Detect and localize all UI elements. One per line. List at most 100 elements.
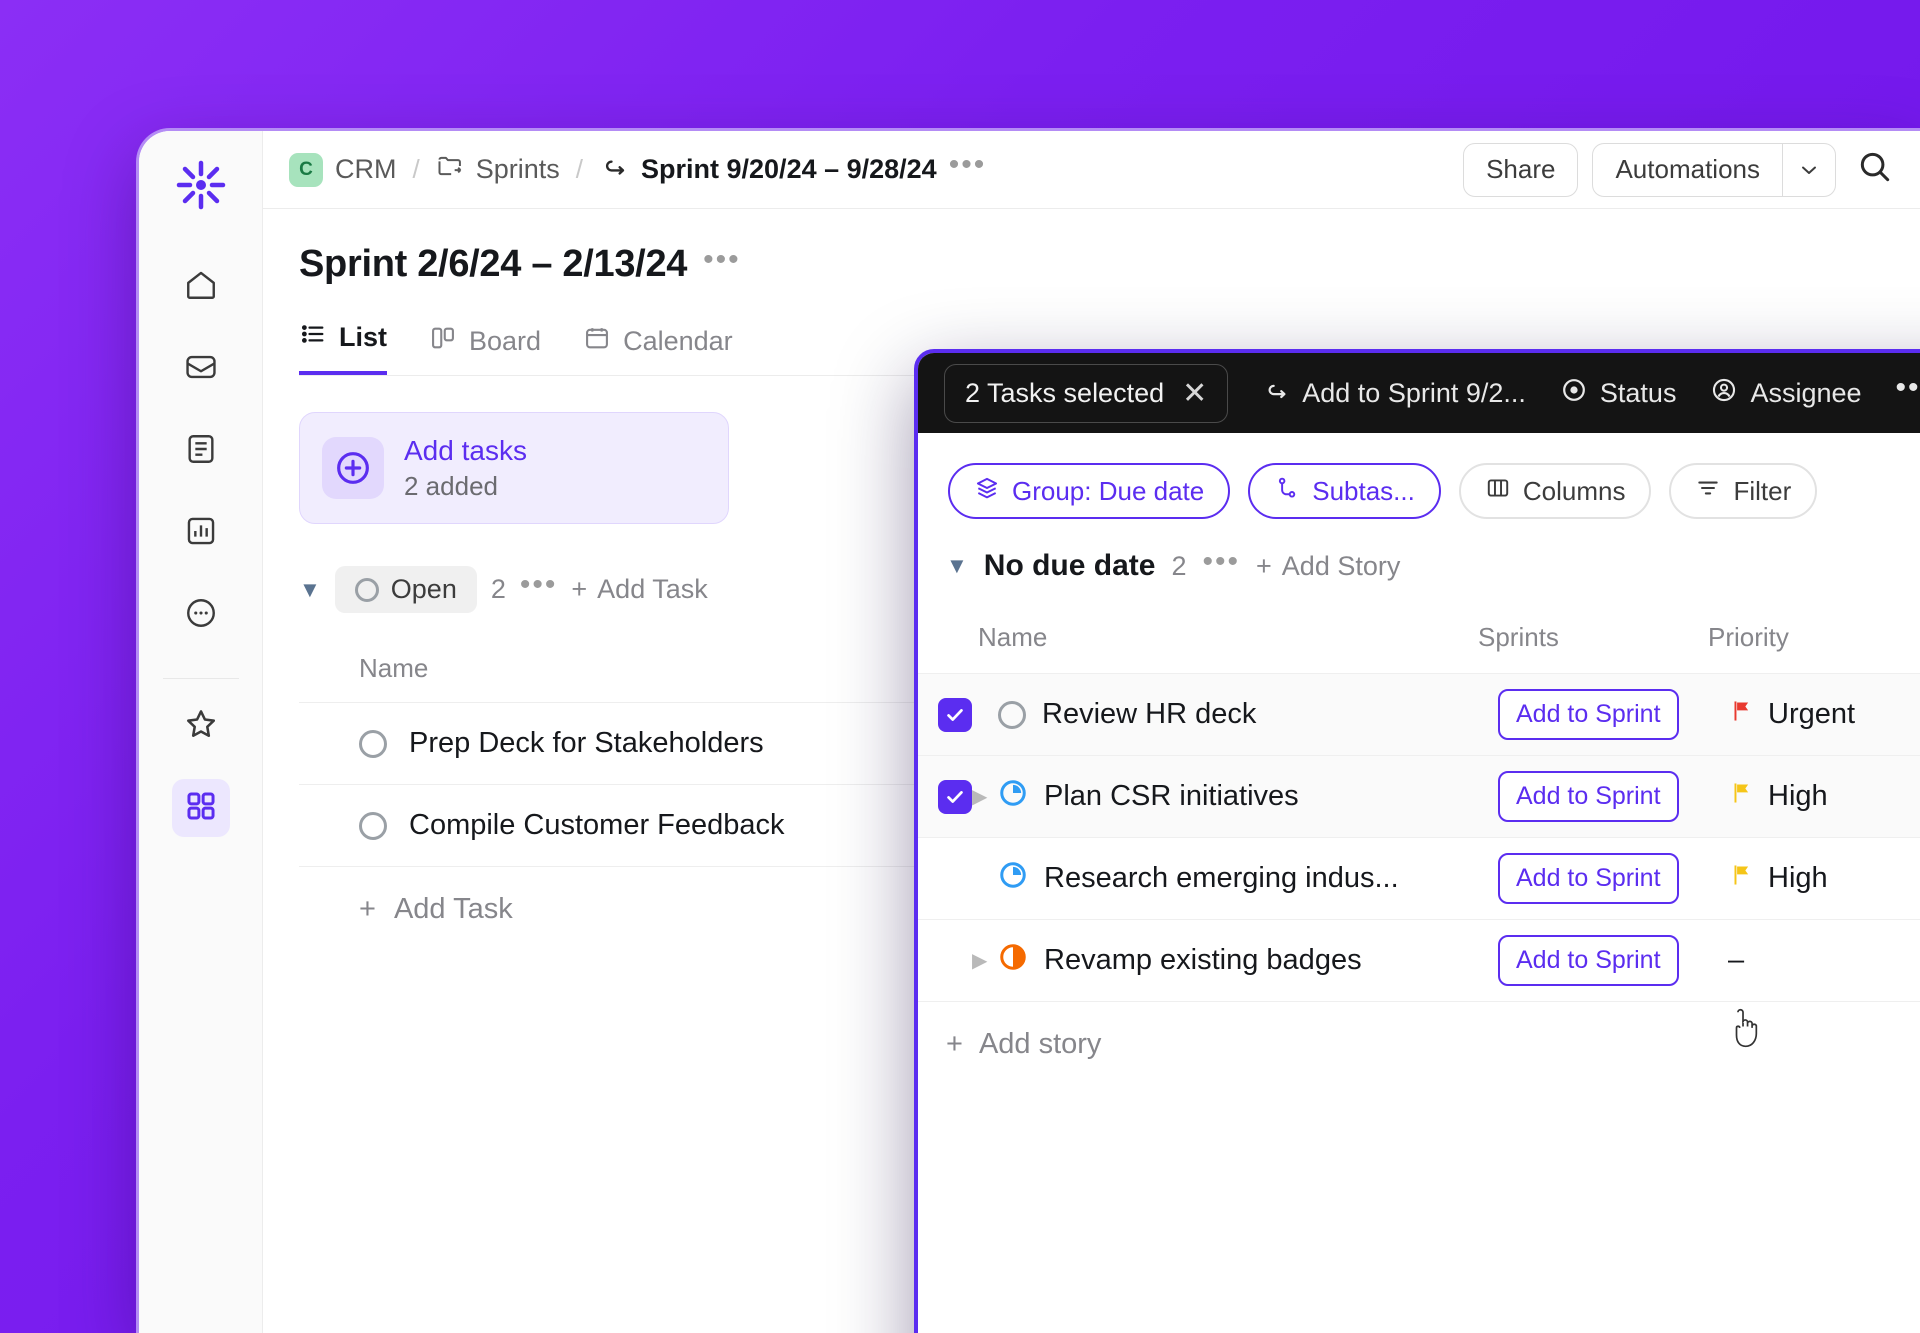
board-icon [429, 324, 457, 359]
task-name: Plan CSR initiatives [1044, 780, 1299, 812]
inbox-icon [184, 350, 218, 389]
status-active-circle[interactable] [998, 942, 1028, 980]
subtasks-chip[interactable]: Subtas... [1248, 463, 1441, 519]
automations-button[interactable]: Automations [1592, 142, 1782, 197]
apps-grid-icon [184, 789, 218, 828]
group-more-button[interactable]: ••• [520, 570, 558, 602]
page-title-more-button[interactable]: ••• [703, 245, 741, 277]
row-name-cell: Review HR deck [998, 698, 1498, 731]
add-to-sprint-button[interactable]: Add to Sprint [1498, 771, 1679, 822]
add-to-sprint-bulk-button[interactable]: Add to Sprint 9/2... [1262, 376, 1526, 411]
row-sprint-cell: Add to Sprint [1498, 935, 1728, 986]
group-collapse-caret[interactable]: ▼ [299, 577, 321, 603]
tab-list-label: List [339, 322, 388, 352]
group-by-chip[interactable]: Group: Due date [948, 463, 1231, 519]
share-button[interactable]: Share [1463, 142, 1579, 197]
sidebar-item-favorites[interactable] [172, 697, 230, 755]
status-target-icon [1560, 376, 1588, 411]
status-in-progress-circle[interactable] [998, 860, 1028, 898]
add-to-sprint-button[interactable]: Add to Sprint [1498, 935, 1679, 986]
more-dots-icon [184, 596, 218, 635]
add-to-sprint-button[interactable]: Add to Sprint [1498, 689, 1679, 740]
clickup-logo-icon[interactable] [173, 157, 229, 218]
sidebar-item-apps[interactable] [171, 779, 230, 837]
status-open-circle[interactable] [359, 811, 387, 840]
sidebar-item-inbox[interactable] [172, 340, 230, 398]
modal-group-caret[interactable]: ▼ [946, 553, 968, 579]
row-priority-cell[interactable]: High [1728, 862, 1920, 896]
add-story-button[interactable]: + Add Story [1256, 551, 1400, 582]
plus-icon: + [1256, 550, 1272, 581]
table-row[interactable]: Research emerging indus... Add to Sprint… [918, 837, 1920, 919]
add-story-footer-button[interactable]: + Add story [918, 1001, 1920, 1087]
subtask-icon [1274, 475, 1300, 508]
add-tasks-card[interactable]: Add tasks 2 added [299, 412, 729, 524]
status-badge-open[interactable]: Open [334, 566, 477, 613]
group-by-chip-label: Group: Due date [1012, 475, 1205, 506]
column-header-name[interactable]: Name [978, 622, 1478, 653]
table-row[interactable]: ▶ Revamp existing badges Add to Sprint – [918, 919, 1920, 1001]
add-tasks-modal: 2 Tasks selected ✕ Add to Sprint 9/2... … [914, 349, 1920, 1333]
sidebar-item-home[interactable] [172, 258, 230, 316]
more-bulk-button[interactable]: ••• More [1896, 372, 1920, 409]
plus-icon: + [571, 574, 588, 604]
breadcrumb-more-button[interactable]: ••• [949, 150, 987, 182]
chevron-down-icon[interactable] [1782, 142, 1836, 197]
subtasks-chip-label: Subtas... [1312, 475, 1415, 506]
row-checkbox[interactable] [938, 697, 972, 732]
close-icon[interactable]: ✕ [1182, 376, 1207, 411]
modal-group-title: No due date [983, 549, 1156, 582]
tab-board[interactable]: Board [429, 324, 541, 375]
status-bulk-button[interactable]: Status [1560, 376, 1676, 411]
columns-chip-label: Columns [1522, 475, 1626, 506]
column-header-sprints[interactable]: Sprints [1478, 622, 1708, 653]
sidebar-item-more[interactable] [172, 586, 230, 644]
add-to-sprint-button[interactable]: Add to Sprint [1498, 853, 1679, 904]
plus-circle-icon [322, 437, 384, 499]
filter-chip[interactable]: Filter [1669, 463, 1818, 519]
star-icon [183, 706, 219, 747]
priority-label: High [1768, 780, 1828, 812]
row-priority-cell[interactable]: – [1728, 944, 1920, 977]
tab-calendar[interactable]: Calendar [583, 324, 733, 375]
task-name: Compile Customer Feedback [409, 809, 785, 841]
breadcrumb-item-current: Sprint 9/20/24 – 9/28/24 [641, 154, 937, 184]
row-expand-twisty[interactable]: ▶ [972, 784, 998, 809]
space-avatar[interactable]: C [289, 152, 323, 187]
priority-flag-icon [1728, 862, 1754, 896]
table-row[interactable]: Review HR deck Add to Sprint Urgent [918, 673, 1920, 755]
table-row[interactable]: ▶ Plan CSR initiatives Add to Sprint Hig… [918, 755, 1920, 837]
status-open-circle[interactable] [359, 729, 387, 758]
tab-list[interactable]: List [299, 320, 388, 375]
modal-group-count: 2 [1171, 550, 1187, 581]
priority-flag-icon [1728, 698, 1754, 732]
breadcrumb-item-space[interactable]: CRM [335, 154, 397, 185]
modal-group-more-button[interactable]: ••• [1203, 546, 1241, 579]
add-task-button[interactable]: + Add Task [571, 574, 707, 605]
row-priority-cell[interactable]: High [1728, 780, 1920, 814]
status-open-circle [354, 577, 379, 602]
row-priority-cell[interactable]: Urgent [1728, 698, 1920, 732]
row-expand-twisty[interactable]: ▶ [972, 948, 998, 973]
dashboards-icon [184, 514, 218, 553]
filter-chip-label: Filter [1733, 475, 1792, 506]
breadcrumb-separator-2: / [575, 154, 584, 184]
column-header-priority[interactable]: Priority [1708, 622, 1920, 653]
task-name: Research emerging indus... [1044, 862, 1399, 894]
columns-chip[interactable]: Columns [1458, 463, 1652, 519]
add-task-row-label: Add Task [393, 893, 513, 925]
assignee-bulk-button[interactable]: Assignee [1710, 376, 1862, 411]
assignee-bulk-label: Assignee [1750, 377, 1862, 408]
sidebar-item-docs[interactable] [172, 422, 230, 480]
row-checkbox[interactable] [938, 779, 972, 814]
sidebar-item-dashboards[interactable] [172, 504, 230, 562]
mouse-cursor-icon [1728, 1008, 1762, 1052]
add-to-sprint-bulk-label: Add to Sprint 9/2... [1302, 377, 1526, 408]
search-icon[interactable] [1850, 148, 1900, 191]
status-open-circle[interactable] [998, 700, 1026, 729]
status-in-progress-circle[interactable] [998, 778, 1028, 816]
priority-label: High [1768, 862, 1828, 894]
breadcrumb-item-folder[interactable]: Sprints [476, 154, 560, 185]
tab-calendar-label: Calendar [623, 326, 733, 356]
task-name: Prep Deck for Stakeholders [409, 727, 764, 759]
